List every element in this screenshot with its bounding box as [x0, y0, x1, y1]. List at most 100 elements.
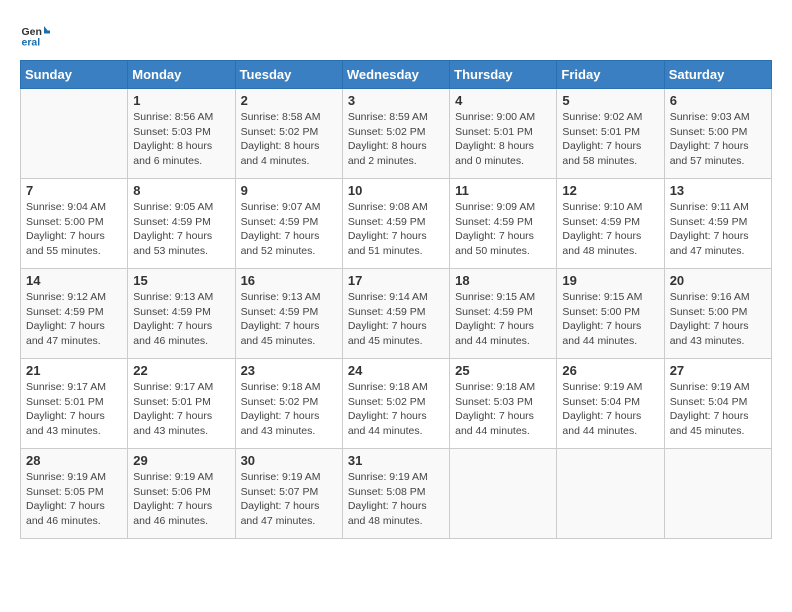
day-cell	[664, 449, 771, 539]
day-info: Sunrise: 9:15 AM Sunset: 5:00 PM Dayligh…	[562, 290, 658, 349]
day-number: 26	[562, 363, 658, 378]
day-cell: 17Sunrise: 9:14 AM Sunset: 4:59 PM Dayli…	[342, 269, 449, 359]
day-cell: 10 Sunrise: 9:08 AM Sunset: 4:59 PM Dayli…	[342, 179, 449, 269]
day-info: Sunrise: 9:14 AM Sunset: 4:59 PM Dayligh…	[348, 290, 444, 349]
header-cell-thursday: Thursday	[450, 61, 557, 89]
day-number: 21	[26, 363, 122, 378]
day-cell: 23Sunrise: 9:18 AM Sunset: 5:02 PM Dayli…	[235, 359, 342, 449]
day-cell: 6 Sunrise: 9:03 AM Sunset: 5:00 PM Daylig…	[664, 89, 771, 179]
day-cell: 16 Sunrise: 9:13 AM Sunset: 4:59 PM Dayli…	[235, 269, 342, 359]
day-number: 13	[670, 183, 766, 198]
day-cell	[450, 449, 557, 539]
day-info: Sunrise: 9:17 AM Sunset: 5:01 PM Dayligh…	[26, 380, 122, 439]
day-info: Sunrise: 9:19 AM Sunset: 5:05 PM Dayligh…	[26, 470, 122, 529]
day-number: 7	[26, 183, 122, 198]
header-cell-sunday: Sunday	[21, 61, 128, 89]
day-info: Sunrise: 9:07 AM Sunset: 4:59 PM Dayligh…	[241, 200, 337, 259]
day-cell	[557, 449, 664, 539]
day-info: Sunrise: 9:05 AM Sunset: 4:59 PM Dayligh…	[133, 200, 229, 259]
day-number: 20	[670, 273, 766, 288]
day-cell: 19 Sunrise: 9:15 AM Sunset: 5:00 PM Dayli…	[557, 269, 664, 359]
day-number: 25	[455, 363, 551, 378]
week-row-4: 21 Sunrise: 9:17 AM Sunset: 5:01 PM Dayli…	[21, 359, 772, 449]
day-number: 24	[348, 363, 444, 378]
day-info: Sunrise: 9:19 AM Sunset: 5:04 PM Dayligh…	[670, 380, 766, 439]
day-info: Sunrise: 9:17 AM Sunset: 5:01 PM Dayligh…	[133, 380, 229, 439]
day-number: 10	[348, 183, 444, 198]
day-cell: 9Sunrise: 9:07 AM Sunset: 4:59 PM Daylig…	[235, 179, 342, 269]
day-number: 28	[26, 453, 122, 468]
calendar-table: SundayMondayTuesdayWednesdayThursdayFrid…	[20, 60, 772, 539]
header-cell-wednesday: Wednesday	[342, 61, 449, 89]
day-cell: 22 Sunrise: 9:17 AM Sunset: 5:01 PM Dayli…	[128, 359, 235, 449]
day-cell: 11Sunrise: 9:09 AM Sunset: 4:59 PM Dayli…	[450, 179, 557, 269]
day-info: Sunrise: 9:15 AM Sunset: 4:59 PM Dayligh…	[455, 290, 551, 349]
day-number: 2	[241, 93, 337, 108]
day-cell: 12Sunrise: 9:10 AM Sunset: 4:59 PM Dayli…	[557, 179, 664, 269]
day-info: Sunrise: 9:18 AM Sunset: 5:03 PM Dayligh…	[455, 380, 551, 439]
day-info: Sunrise: 9:13 AM Sunset: 4:59 PM Dayligh…	[133, 290, 229, 349]
day-cell: 21 Sunrise: 9:17 AM Sunset: 5:01 PM Dayli…	[21, 359, 128, 449]
day-number: 12	[562, 183, 658, 198]
day-cell: 13 Sunrise: 9:11 AM Sunset: 4:59 PM Dayli…	[664, 179, 771, 269]
day-cell: 18Sunrise: 9:15 AM Sunset: 4:59 PM Dayli…	[450, 269, 557, 359]
day-cell: 3Sunrise: 8:59 AM Sunset: 5:02 PM Daylig…	[342, 89, 449, 179]
day-info: Sunrise: 9:19 AM Sunset: 5:08 PM Dayligh…	[348, 470, 444, 529]
day-number: 27	[670, 363, 766, 378]
day-number: 31	[348, 453, 444, 468]
day-info: Sunrise: 9:19 AM Sunset: 5:07 PM Dayligh…	[241, 470, 337, 529]
day-cell: 30 Sunrise: 9:19 AM Sunset: 5:07 PM Dayli…	[235, 449, 342, 539]
day-cell: 5Sunrise: 9:02 AM Sunset: 5:01 PM Daylig…	[557, 89, 664, 179]
day-cell: 27 Sunrise: 9:19 AM Sunset: 5:04 PM Dayli…	[664, 359, 771, 449]
day-number: 6	[670, 93, 766, 108]
day-cell: 28 Sunrise: 9:19 AM Sunset: 5:05 PM Dayli…	[21, 449, 128, 539]
day-number: 3	[348, 93, 444, 108]
header-cell-friday: Friday	[557, 61, 664, 89]
day-number: 19	[562, 273, 658, 288]
day-info: Sunrise: 8:56 AM Sunset: 5:03 PM Dayligh…	[133, 110, 229, 169]
day-cell: 26 Sunrise: 9:19 AM Sunset: 5:04 PM Dayli…	[557, 359, 664, 449]
day-number: 14	[26, 273, 122, 288]
day-number: 29	[133, 453, 229, 468]
day-number: 30	[241, 453, 337, 468]
day-number: 22	[133, 363, 229, 378]
day-cell: 24 Sunrise: 9:18 AM Sunset: 5:02 PM Dayli…	[342, 359, 449, 449]
page-header: Gen eral	[20, 20, 772, 50]
header-cell-tuesday: Tuesday	[235, 61, 342, 89]
day-info: Sunrise: 9:16 AM Sunset: 5:00 PM Dayligh…	[670, 290, 766, 349]
day-info: Sunrise: 9:13 AM Sunset: 4:59 PM Dayligh…	[241, 290, 337, 349]
calendar-body: 1 Sunrise: 8:56 AM Sunset: 5:03 PM Daylig…	[21, 89, 772, 539]
day-cell: 15 Sunrise: 9:13 AM Sunset: 4:59 PM Dayli…	[128, 269, 235, 359]
day-cell: 8 Sunrise: 9:05 AM Sunset: 4:59 PM Daylig…	[128, 179, 235, 269]
week-row-2: 7 Sunrise: 9:04 AM Sunset: 5:00 PM Daylig…	[21, 179, 772, 269]
day-number: 16	[241, 273, 337, 288]
day-info: Sunrise: 9:19 AM Sunset: 5:04 PM Dayligh…	[562, 380, 658, 439]
day-number: 11	[455, 183, 551, 198]
day-number: 8	[133, 183, 229, 198]
day-info: Sunrise: 9:19 AM Sunset: 5:06 PM Dayligh…	[133, 470, 229, 529]
day-number: 15	[133, 273, 229, 288]
logo: Gen eral	[20, 20, 54, 50]
day-info: Sunrise: 9:11 AM Sunset: 4:59 PM Dayligh…	[670, 200, 766, 259]
calendar-header: SundayMondayTuesdayWednesdayThursdayFrid…	[21, 61, 772, 89]
day-cell: 31 Sunrise: 9:19 AM Sunset: 5:08 PM Dayli…	[342, 449, 449, 539]
header-cell-monday: Monday	[128, 61, 235, 89]
week-row-5: 28 Sunrise: 9:19 AM Sunset: 5:05 PM Dayli…	[21, 449, 772, 539]
day-cell: 4Sunrise: 9:00 AM Sunset: 5:01 PM Daylig…	[450, 89, 557, 179]
header-cell-saturday: Saturday	[664, 61, 771, 89]
day-number: 23	[241, 363, 337, 378]
day-cell: 7 Sunrise: 9:04 AM Sunset: 5:00 PM Daylig…	[21, 179, 128, 269]
day-info: Sunrise: 9:18 AM Sunset: 5:02 PM Dayligh…	[348, 380, 444, 439]
svg-text:eral: eral	[22, 37, 41, 49]
day-number: 1	[133, 93, 229, 108]
day-info: Sunrise: 9:04 AM Sunset: 5:00 PM Dayligh…	[26, 200, 122, 259]
day-info: Sunrise: 9:08 AM Sunset: 4:59 PM Dayligh…	[348, 200, 444, 259]
day-number: 4	[455, 93, 551, 108]
day-cell: 2Sunrise: 8:58 AM Sunset: 5:02 PM Daylig…	[235, 89, 342, 179]
day-number: 5	[562, 93, 658, 108]
day-cell: 14Sunrise: 9:12 AM Sunset: 4:59 PM Dayli…	[21, 269, 128, 359]
day-info: Sunrise: 9:03 AM Sunset: 5:00 PM Dayligh…	[670, 110, 766, 169]
day-cell: 1 Sunrise: 8:56 AM Sunset: 5:03 PM Daylig…	[128, 89, 235, 179]
day-cell: 20 Sunrise: 9:16 AM Sunset: 5:00 PM Dayli…	[664, 269, 771, 359]
header-row: SundayMondayTuesdayWednesdayThursdayFrid…	[21, 61, 772, 89]
